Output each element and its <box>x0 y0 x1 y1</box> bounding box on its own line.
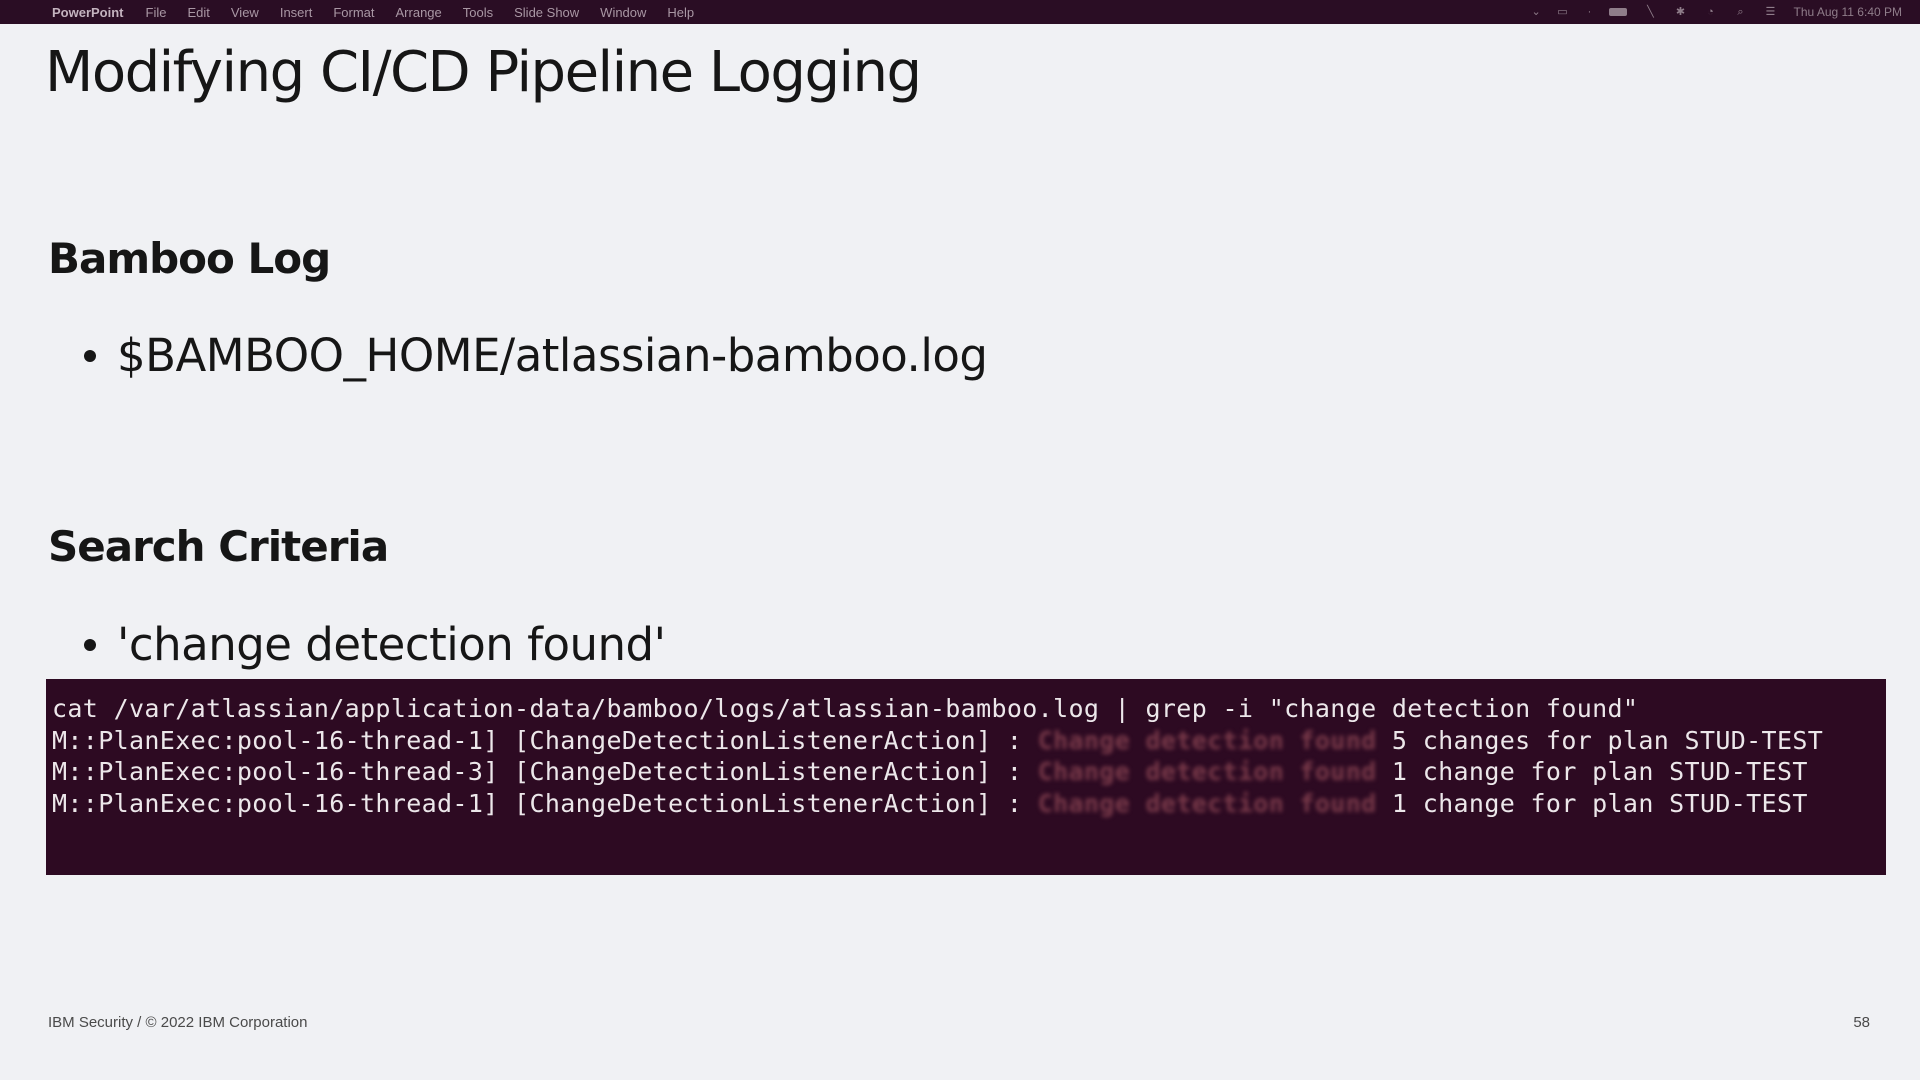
log-line-prefix: M::PlanExec:pool-16-thread-1] [ChangeDet… <box>52 788 1038 818</box>
log-line-prefix: M::PlanExec:pool-16-thread-3] [ChangeDet… <box>52 757 1038 786</box>
bullet-bamboo-log-path: $BAMBOO_HOME/atlassian-bamboo.log <box>84 329 988 382</box>
menu-clock[interactable]: Thu Aug 11 6:40 PM <box>1793 5 1902 19</box>
bullet-search-string: 'change detection found' <box>84 618 666 671</box>
log-line-prefix: M::PlanExec:pool-16-thread-1] [ChangeDet… <box>52 725 1038 755</box>
menu-file[interactable]: File <box>146 5 167 20</box>
footer-copyright: IBM Security / © 2022 IBM Corporation <box>48 1014 308 1031</box>
status-area: ⌄ ▭ · ╲ ✱ ◔ ⌕ ☰ Thu Aug 11 6:40 PM <box>1531 0 1902 24</box>
apple-logo-icon[interactable] <box>20 5 34 19</box>
terminal-command-line: cat /var/atlassian/application-data/bamb… <box>52 694 1639 723</box>
slide-title: Modifying CI/CD Pipeline Logging <box>45 40 922 105</box>
bullet-text: 'change detection found' <box>117 618 666 671</box>
control-center-icon[interactable]: ☰ <box>1763 6 1777 18</box>
menu-insert[interactable]: Insert <box>280 5 313 20</box>
footer-page-number: 58 <box>1853 1014 1870 1031</box>
menu-arrange[interactable]: Arrange <box>396 5 442 20</box>
menu-help[interactable]: Help <box>667 5 694 20</box>
log-line-suffix: 1 change for plan STUD-TEST <box>1376 788 1808 818</box>
menu-slide-show[interactable]: Slide Show <box>514 5 579 20</box>
menu-view[interactable]: View <box>231 5 259 20</box>
section-heading-search-criteria: Search Criteria <box>48 522 389 571</box>
menu-app-name[interactable]: PowerPoint <box>52 5 124 20</box>
bullet-dot-icon <box>84 349 96 362</box>
bullet-dot-icon <box>84 638 96 651</box>
pen-icon[interactable]: ╲ <box>1643 6 1657 18</box>
status-dash-icon[interactable]: ⌄ <box>1531 6 1540 18</box>
terminal-log-line: M::PlanExec:pool-16-thread-1] [ChangeDet… <box>52 725 1886 757</box>
menu-edit[interactable]: Edit <box>187 5 209 20</box>
log-line-suffix: 1 change for plan STUD-TEST <box>1376 757 1808 786</box>
menu-window[interactable]: Window <box>600 5 646 20</box>
log-line-match: Change detection found <box>1037 757 1377 786</box>
terminal-log-line: M::PlanExec:pool-16-thread-1] [ChangeDet… <box>52 788 1886 820</box>
menu-bar: PowerPoint File Edit View Insert Format … <box>0 0 1920 24</box>
section-heading-bamboo-log: Bamboo Log <box>48 234 331 283</box>
log-line-suffix: 5 changes for plan STUD-TEST <box>1376 725 1824 755</box>
bullet-text: $BAMBOO_HOME/atlassian-bamboo.log <box>117 329 988 382</box>
bluetooth-icon[interactable]: ✱ <box>1673 6 1687 18</box>
menu-tools[interactable]: Tools <box>463 5 493 20</box>
battery-icon[interactable] <box>1609 8 1628 16</box>
screen-mirror-icon[interactable]: ▭ <box>1555 6 1569 18</box>
log-line-match: Change detection found <box>1037 788 1377 818</box>
slide: Modifying CI/CD Pipeline Logging Bamboo … <box>0 24 1920 1080</box>
spotlight-icon[interactable]: ⌕ <box>1733 6 1747 18</box>
menu-format[interactable]: Format <box>333 5 374 20</box>
terminal-output: cat /var/atlassian/application-data/bamb… <box>46 679 1886 875</box>
terminal-log-line: M::PlanExec:pool-16-thread-3] [ChangeDet… <box>52 756 1886 788</box>
log-line-match: Change detection found <box>1037 725 1377 755</box>
status-dot-icon[interactable]: · <box>1585 6 1593 18</box>
time-machine-icon[interactable]: ◔ <box>1703 6 1717 18</box>
